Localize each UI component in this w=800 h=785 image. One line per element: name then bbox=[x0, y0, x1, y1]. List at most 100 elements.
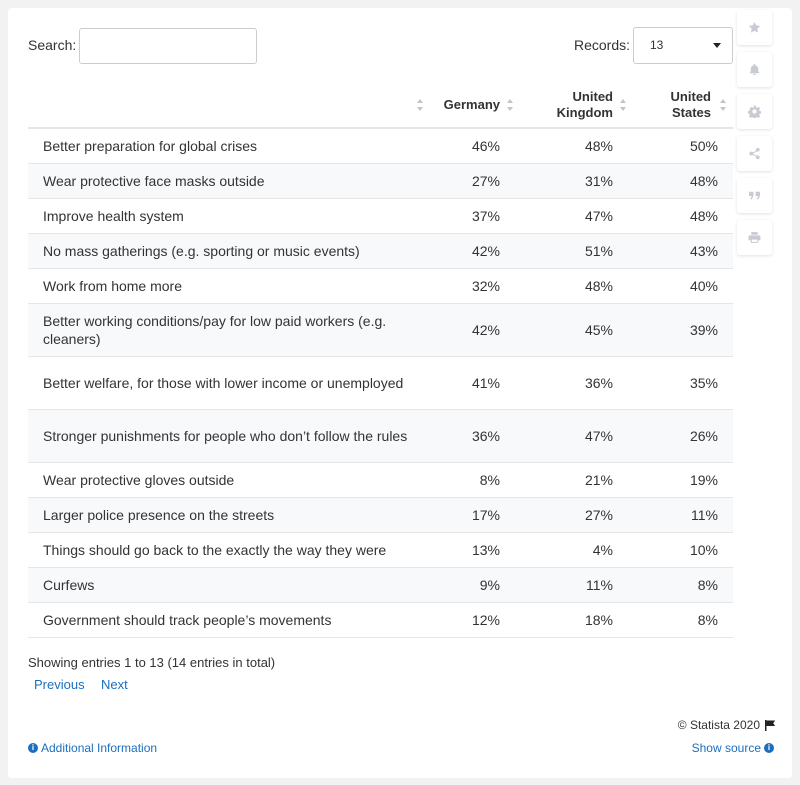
gear-icon bbox=[748, 105, 761, 118]
united-kingdom-value: 27% bbox=[518, 497, 631, 533]
united-kingdom-column-header[interactable]: United Kingdom bbox=[518, 82, 631, 129]
united-kingdom-value: 47% bbox=[518, 409, 631, 463]
united-kingdom-value: 11% bbox=[518, 567, 631, 603]
records-label: Records: bbox=[574, 37, 631, 53]
settings-button[interactable] bbox=[737, 94, 772, 129]
germany-value: 32% bbox=[428, 268, 518, 304]
germany-value: 36% bbox=[428, 409, 518, 463]
table-row: Better working conditions/pay for low pa… bbox=[28, 303, 733, 357]
united-kingdom-value: 4% bbox=[518, 532, 631, 568]
row-label: Things should go back to the exactly the… bbox=[28, 532, 428, 568]
row-label: Better working conditions/pay for low pa… bbox=[28, 303, 428, 357]
table-row: Government should track people’s movemen… bbox=[28, 602, 733, 638]
entries-info: Showing entries 1 to 13 (14 entries in t… bbox=[28, 655, 276, 670]
united-kingdom-value: 45% bbox=[518, 303, 631, 357]
germany-value: 37% bbox=[428, 198, 518, 234]
germany-value: 12% bbox=[428, 602, 518, 638]
sort-icon bbox=[507, 99, 514, 111]
united-states-column-header[interactable]: United States bbox=[631, 82, 733, 129]
records-value: 13 bbox=[650, 38, 664, 52]
row-label: Larger police presence on the streets bbox=[28, 497, 428, 533]
quote-icon bbox=[749, 191, 760, 200]
table-row: Stronger punishments for people who don’… bbox=[28, 409, 733, 463]
united-states-value: 39% bbox=[631, 303, 733, 357]
chevron-down-icon bbox=[713, 43, 721, 48]
united-states-value: 8% bbox=[631, 567, 733, 603]
sort-icon bbox=[620, 99, 627, 111]
row-label: Stronger punishments for people who don’… bbox=[28, 409, 428, 463]
united-states-value: 19% bbox=[631, 462, 733, 498]
row-label: Government should track people’s movemen… bbox=[28, 602, 428, 638]
statistic-card: Search: Records: 13 Germany United Kingdom… bbox=[8, 8, 792, 778]
row-label: Wear protective gloves outside bbox=[28, 462, 428, 498]
united-states-value: 10% bbox=[631, 532, 733, 568]
info-icon: i bbox=[28, 743, 38, 753]
table-row: No mass gatherings (e.g. sporting or mus… bbox=[28, 233, 733, 269]
category-column-header[interactable] bbox=[28, 82, 428, 129]
side-toolbar bbox=[737, 10, 772, 262]
united-kingdom-value: 21% bbox=[518, 462, 631, 498]
germany-value: 41% bbox=[428, 356, 518, 410]
united-states-value: 48% bbox=[631, 198, 733, 234]
column-header-label: Germany bbox=[443, 96, 500, 112]
united-states-value: 8% bbox=[631, 602, 733, 638]
germany-value: 13% bbox=[428, 532, 518, 568]
column-header-label: United States bbox=[670, 88, 711, 120]
united-states-value: 35% bbox=[631, 356, 733, 410]
previous-link[interactable]: Previous bbox=[34, 677, 85, 692]
united-states-value: 11% bbox=[631, 497, 733, 533]
germany-column-header[interactable]: Germany bbox=[428, 82, 518, 129]
show-source-link[interactable]: Show source i bbox=[692, 741, 774, 755]
info-icon: i bbox=[764, 743, 774, 753]
table-row: Curfews 9% 11% 8% bbox=[28, 567, 733, 603]
print-button[interactable] bbox=[737, 220, 772, 255]
germany-value: 17% bbox=[428, 497, 518, 533]
table-row: Wear protective face masks outside 27% 31%… bbox=[28, 163, 733, 199]
germany-value: 9% bbox=[428, 567, 518, 603]
cite-button[interactable] bbox=[737, 178, 772, 213]
data-table: Germany United Kingdom United States Better … bbox=[28, 82, 733, 638]
notification-button[interactable] bbox=[737, 52, 772, 87]
show-source-label: Show source bbox=[691, 741, 761, 755]
germany-value: 27% bbox=[428, 163, 518, 199]
united-kingdom-value: 36% bbox=[518, 356, 631, 410]
additional-information-label: Additional Information bbox=[41, 741, 158, 755]
bell-icon bbox=[749, 64, 760, 76]
star-icon bbox=[748, 21, 761, 33]
row-label: Curfews bbox=[28, 567, 428, 603]
table-row: Better preparation for global crises 46% 4… bbox=[28, 128, 733, 164]
row-label: Better preparation for global crises bbox=[28, 128, 428, 164]
united-states-value: 43% bbox=[631, 233, 733, 269]
united-kingdom-value: 48% bbox=[518, 268, 631, 304]
table-row: Improve health system 37% 47% 48% bbox=[28, 198, 733, 234]
germany-value: 42% bbox=[428, 303, 518, 357]
records-select[interactable]: 13 bbox=[633, 27, 733, 64]
table-row: Work from home more 32% 48% 40% bbox=[28, 268, 733, 304]
share-button[interactable] bbox=[737, 136, 772, 171]
favorite-button[interactable] bbox=[737, 10, 772, 45]
table-row: Things should go back to the exactly the… bbox=[28, 532, 733, 568]
united-states-value: 40% bbox=[631, 268, 733, 304]
united-kingdom-value: 18% bbox=[518, 602, 631, 638]
germany-value: 42% bbox=[428, 233, 518, 269]
table-row: Larger police presence on the streets 17%… bbox=[28, 497, 733, 533]
row-label: Improve health system bbox=[28, 198, 428, 234]
additional-information-link[interactable]: i Additional Information bbox=[28, 741, 157, 755]
united-kingdom-value: 48% bbox=[518, 128, 631, 164]
share-icon bbox=[749, 147, 760, 160]
united-kingdom-value: 31% bbox=[518, 163, 631, 199]
flag-icon[interactable] bbox=[765, 719, 776, 731]
search-label: Search: bbox=[28, 37, 77, 53]
search-input[interactable] bbox=[79, 28, 257, 64]
copyright: © Statista 2020 bbox=[678, 718, 776, 732]
row-label: Better welfare, for those with lower inc… bbox=[28, 356, 428, 410]
next-link[interactable]: Next bbox=[101, 677, 128, 692]
row-label: Wear protective face masks outside bbox=[28, 163, 428, 199]
print-icon bbox=[748, 232, 761, 243]
column-header-label: United Kingdom bbox=[556, 88, 613, 120]
sort-icon bbox=[417, 99, 424, 111]
united-kingdom-value: 51% bbox=[518, 233, 631, 269]
table-row: Wear protective gloves outside 8% 21% 19% bbox=[28, 462, 733, 498]
copyright-text: © Statista 2020 bbox=[677, 718, 760, 732]
table-row: Better welfare, for those with lower inc… bbox=[28, 356, 733, 410]
